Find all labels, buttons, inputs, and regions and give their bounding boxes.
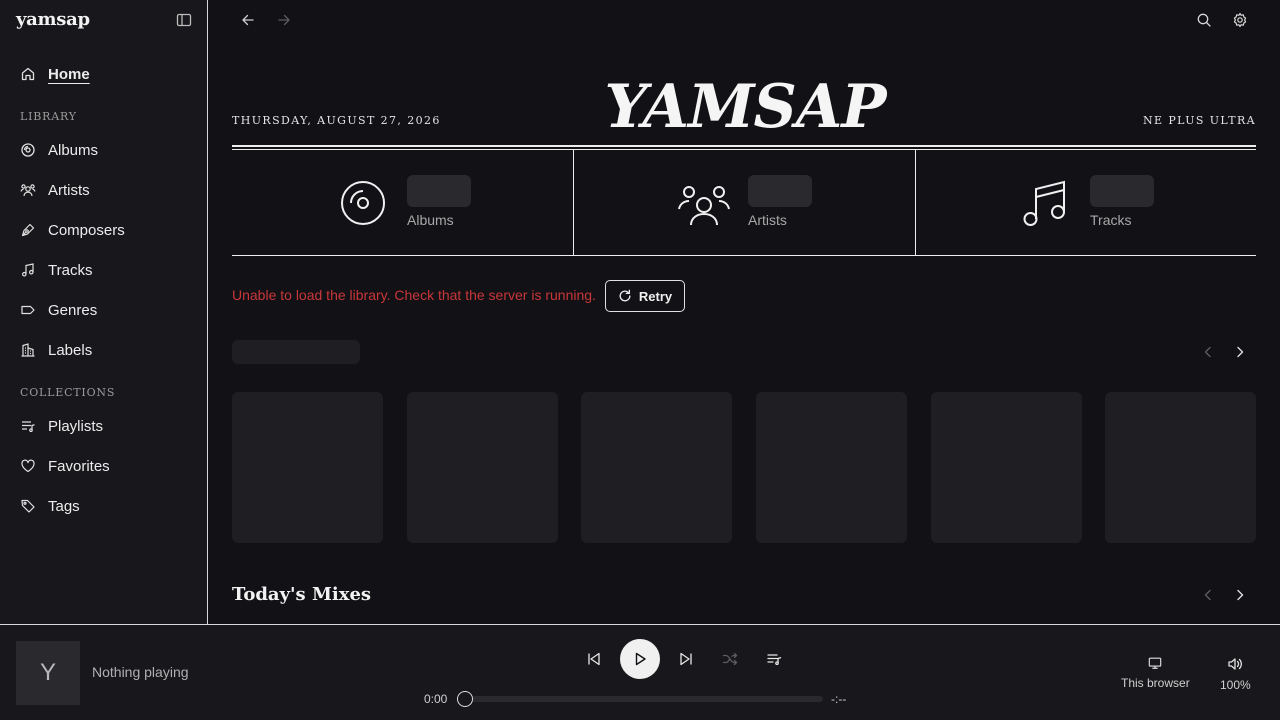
player-bar: Y Nothing playing 0:00 -:-- This browser — [0, 624, 1280, 720]
card-skeleton — [756, 392, 907, 543]
stats-rule — [232, 255, 1256, 256]
heart-icon — [20, 458, 36, 474]
masthead-date: THURSDAY, AUGUST 27, 2026 — [232, 114, 441, 127]
stat-artists[interactable]: Artists — [574, 150, 915, 255]
chevron-right-icon[interactable] — [1232, 344, 1248, 360]
volume-icon — [1227, 656, 1243, 672]
retry-label: Retry — [638, 288, 673, 304]
remaining-time: -:-- — [831, 692, 847, 706]
sidebar-toggle-icon[interactable] — [176, 12, 192, 28]
todays-mixes-title: Today's Mixes — [232, 584, 372, 605]
collections-heading: COLLECTIONS — [20, 386, 116, 399]
skip-next-icon[interactable] — [678, 651, 694, 667]
users-icon — [678, 184, 730, 231]
masthead-motto: NE PLUS ULTRA — [1143, 114, 1256, 127]
sidebar-item-label: Albums — [48, 141, 99, 159]
sidebar-item-label: Composers — [48, 221, 125, 239]
chevron-left-icon[interactable] — [1200, 344, 1216, 360]
play-icon — [632, 651, 648, 667]
error-message: Unable to load the library. Check that t… — [232, 287, 596, 303]
sidebar-item-home[interactable]: Home — [0, 54, 207, 94]
sidebar-item-tracks[interactable]: Tracks — [0, 250, 207, 290]
card-skeleton — [931, 392, 1082, 543]
chevron-right-icon[interactable] — [1232, 587, 1248, 603]
progress-track[interactable] — [465, 696, 823, 702]
monitor-icon — [1148, 656, 1162, 670]
sidebar-item-tags[interactable]: Tags — [0, 486, 207, 526]
disc-icon — [20, 142, 36, 158]
gear-icon[interactable] — [1232, 12, 1248, 28]
sidebar: yamsap Home LIBRARY Albums Artists Compo… — [0, 0, 208, 624]
forward-arrow-icon[interactable] — [276, 12, 292, 28]
tag-shape-icon — [20, 302, 36, 318]
stat-label: Tracks — [1090, 212, 1132, 228]
volume-level: 100% — [1220, 678, 1251, 692]
card-skeleton — [407, 392, 558, 543]
playlist-icon — [20, 418, 36, 434]
sidebar-item-label: Favorites — [48, 457, 110, 475]
device-label: This browser — [1121, 676, 1190, 690]
sidebar-item-label: Genres — [48, 301, 98, 319]
pen-icon — [20, 222, 36, 238]
sidebar-item-label: Labels — [48, 341, 93, 359]
volume-control[interactable]: 100% — [1220, 656, 1251, 692]
queue-icon[interactable] — [766, 651, 782, 667]
library-heading: LIBRARY — [20, 110, 77, 123]
sidebar-item-albums[interactable]: Albums — [0, 130, 207, 170]
search-icon[interactable] — [1196, 12, 1212, 28]
card-skeleton — [1105, 392, 1256, 543]
sidebar-item-labels[interactable]: Labels — [0, 330, 207, 370]
home-icon — [20, 66, 36, 82]
chevron-left-icon[interactable] — [1200, 587, 1216, 603]
app-root: yamsap Home LIBRARY Albums Artists Compo… — [0, 0, 1280, 720]
stat-value-skeleton — [748, 175, 812, 207]
stat-value-skeleton — [407, 175, 471, 207]
stat-label: Albums — [407, 212, 454, 228]
sidebar-item-artists[interactable]: Artists — [0, 170, 207, 210]
music-note-icon — [20, 262, 36, 278]
users-icon — [20, 182, 36, 198]
refresh-icon — [618, 289, 632, 303]
retry-button[interactable]: Retry — [605, 280, 685, 312]
sidebar-item-label: Tags — [48, 497, 80, 515]
now-playing-status: Nothing playing — [92, 664, 189, 680]
music-note-icon — [1021, 179, 1067, 232]
stat-value-skeleton — [1090, 175, 1154, 207]
sidebar-item-favorites[interactable]: Favorites — [0, 446, 207, 486]
shuffle-icon[interactable] — [722, 651, 738, 667]
stat-albums[interactable]: Albums — [232, 150, 573, 255]
section-title-skeleton — [232, 340, 360, 364]
stat-tracks[interactable]: Tracks — [916, 150, 1256, 255]
card-skeleton — [581, 392, 732, 543]
stat-label: Artists — [748, 212, 787, 228]
play-button[interactable] — [620, 639, 660, 679]
sidebar-item-label: Artists — [48, 181, 90, 199]
sidebar-item-composers[interactable]: Composers — [0, 210, 207, 250]
sidebar-item-label: Home — [48, 65, 90, 83]
artwork-placeholder: Y — [16, 641, 80, 705]
card-skeleton — [232, 392, 383, 543]
elapsed-time: 0:00 — [424, 692, 448, 706]
skip-previous-icon[interactable] — [586, 651, 602, 667]
sidebar-item-label: Tracks — [48, 261, 93, 279]
progress-handle[interactable] — [457, 691, 473, 707]
sidebar-item-label: Playlists — [48, 417, 104, 435]
app-brand[interactable]: yamsap — [16, 9, 90, 30]
device-selector[interactable]: This browser — [1121, 656, 1190, 690]
sidebar-item-genres[interactable]: Genres — [0, 290, 207, 330]
masthead-rule — [232, 145, 1256, 147]
masthead-logo: YAMSAP — [604, 72, 887, 142]
sidebar-item-playlists[interactable]: Playlists — [0, 406, 207, 446]
building-icon — [20, 342, 36, 358]
disc-icon — [340, 180, 386, 231]
back-arrow-icon[interactable] — [240, 12, 256, 28]
tag-icon — [20, 498, 36, 514]
